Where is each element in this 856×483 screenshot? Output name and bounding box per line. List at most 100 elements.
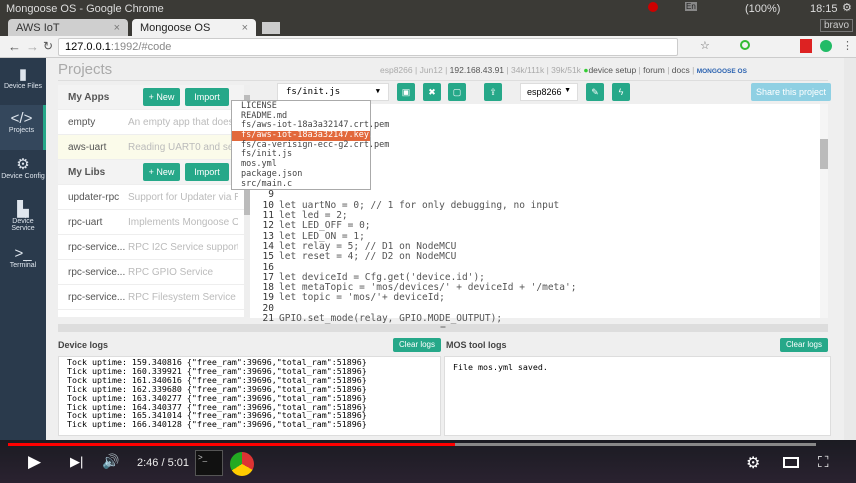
list-item[interactable]: updater-rpc Support for Updater via RPC [58, 185, 244, 210]
sidebar-item-projects[interactable]: </> Projects [0, 105, 46, 150]
battery-status[interactable]: (100%) [745, 3, 780, 15]
video-progress-bar[interactable] [8, 443, 816, 446]
divider [58, 80, 828, 81]
docs-link[interactable]: docs [672, 65, 690, 75]
profile-name[interactable]: bravo [820, 19, 854, 32]
lib-desc: RPC I2C Service support [128, 242, 238, 253]
flash-usage: 34k/111k [510, 65, 545, 75]
star-icon[interactable]: ☆ [700, 39, 710, 52]
chevron-down-icon: ▼ [564, 87, 571, 94]
build-button[interactable]: ✎ [586, 83, 604, 101]
sidebar-item-terminal[interactable]: >_ Terminal [0, 240, 46, 285]
list-item[interactable]: rpc-service... RPC I2C Service support [58, 235, 244, 260]
line-number: 21 [262, 313, 274, 324]
board-select-value: esp8266 [527, 87, 562, 97]
clear-tool-logs-button[interactable]: Clear logs [780, 338, 828, 352]
language-indicator[interactable]: En [685, 2, 697, 11]
file-menu-item[interactable]: src/main.c [232, 179, 370, 190]
file-select[interactable]: fs/init.js ▼ [277, 83, 389, 101]
section-title: My Apps [68, 92, 110, 103]
list-item[interactable]: aws-uart Reading UART0 and sendi... [58, 135, 244, 160]
share-project-button[interactable]: Share this project [751, 83, 831, 101]
new-file-button[interactable]: ▢ [448, 83, 466, 101]
terminal-icon[interactable]: >_ [195, 450, 223, 476]
tab-aws-iot[interactable]: AWS IoT × [8, 19, 128, 36]
board-select[interactable]: esp8266 ▼ [520, 83, 578, 101]
sidebar-item-device-config[interactable]: ⚙ Device Config [0, 150, 46, 195]
terminal-icon: >_ [14, 245, 32, 262]
extension-icon[interactable] [800, 39, 812, 53]
theater-mode-icon[interactable] [783, 457, 799, 468]
device-setup-link[interactable]: device setup [588, 65, 636, 75]
play-icon[interactable]: ▶ [28, 452, 41, 472]
reload-icon[interactable]: ↻ [43, 39, 53, 53]
video-player-controls: ▶ ▶| 🔊 2:46 / 5:01 >_ ⚙ ⛶ [0, 440, 856, 483]
chrome-icon[interactable] [230, 452, 254, 476]
mongoose-logo[interactable]: MONGOOSE OS [697, 68, 747, 75]
address-bar: ← → ↻ 127.0.0.1:1992/#code ☆ ⋮ [0, 36, 856, 58]
extension-icon[interactable] [820, 40, 832, 52]
new-app-button[interactable]: + New [143, 88, 180, 106]
tool-logs-panel[interactable]: File mos.yml saved. [444, 356, 831, 436]
project-desc: Reading UART0 and sendi... [128, 142, 238, 153]
page-title: Projects [58, 61, 113, 78]
sidebar-item-device-files[interactable]: ▮ Device Files [0, 60, 46, 105]
window-title: Mongoose OS - Google Chrome [6, 3, 164, 15]
device-type: esp8266 [380, 65, 413, 75]
extension-icon[interactable] [740, 40, 750, 50]
new-tab-button[interactable] [262, 22, 280, 34]
lib-desc: Support for Updater via RPC [128, 192, 238, 203]
tab-mongoose-os[interactable]: Mongoose OS × [132, 19, 256, 36]
resize-handle[interactable]: ═ [58, 324, 828, 332]
close-file-button[interactable]: ✖ [423, 83, 441, 101]
code-line: GPIO.set_mode(relay, GPIO.MODE_OUTPUT); [279, 313, 503, 324]
flash-button[interactable]: ϟ [612, 83, 630, 101]
lib-name: updater-rpc [68, 192, 120, 203]
forum-link[interactable]: forum [643, 65, 665, 75]
tab-label: Mongoose OS [140, 22, 211, 34]
gear-icon[interactable]: ⚙ [842, 1, 852, 14]
device-logs-panel[interactable]: Tock uptime: 159.340816 {"free_ram":3969… [58, 356, 441, 436]
lib-name: rpc-service... [68, 242, 126, 253]
lib-name: rpc-service... [68, 292, 126, 303]
import-lib-button[interactable]: Import [185, 163, 229, 181]
fullscreen-icon[interactable]: ⛶ [818, 454, 829, 471]
menu-icon[interactable]: ⋮ [842, 39, 853, 52]
sidebar-item-device-service[interactable]: ▙ Device Service [0, 195, 46, 240]
list-item[interactable]: empty An empty app that does no... [58, 110, 244, 135]
progress-fill [8, 443, 455, 446]
save-button[interactable]: ▣ [397, 83, 415, 101]
import-app-button[interactable]: Import [185, 88, 229, 106]
ram-usage: 39k/51k [551, 65, 581, 75]
settings-icon[interactable]: ⚙ [746, 453, 760, 473]
back-icon[interactable]: ← [8, 39, 21, 54]
list-item[interactable]: rpc-uart Implements Mongoose OS... [58, 210, 244, 235]
list-item[interactable]: rpc-service... RPC GPIO Service [58, 260, 244, 285]
volume-icon[interactable]: 🔊 [102, 453, 119, 470]
tool-logs-title: MOS tool logs [446, 340, 507, 350]
next-icon[interactable]: ▶| [70, 454, 83, 470]
lib-desc: Implements Mongoose OS... [128, 217, 238, 228]
forward-icon[interactable]: → [26, 39, 39, 54]
close-icon[interactable]: × [242, 22, 248, 34]
build-date: Jun12 [419, 65, 443, 75]
file-dropdown-menu[interactable]: LICENSE README.md fs/aws-iot-18a3a32147.cr… [231, 100, 389, 190]
close-icon[interactable]: × [114, 22, 120, 34]
lib-desc: RPC Filesystem Service su... [128, 292, 238, 303]
clock[interactable]: 18:15 [810, 3, 838, 15]
clear-device-logs-button[interactable]: Clear logs [393, 338, 441, 352]
url-input[interactable]: 127.0.0.1:1992/#code [58, 38, 678, 56]
sidebar-label: Device Service [11, 218, 35, 232]
list-item[interactable]: rpc-service...RPC Filesystem Service su.… [58, 285, 244, 310]
lib-desc: RPC GPIO Service [128, 267, 214, 278]
project-name: empty [68, 117, 96, 128]
chip-icon: ▮ [18, 66, 28, 83]
sidebar-label: Device Files [3, 83, 43, 90]
log-line: File mos.yml saved. [453, 362, 548, 372]
code-line: let topic = 'mos/'+ deviceId; [279, 292, 445, 304]
new-lib-button[interactable]: + New [143, 163, 180, 181]
file-select-value: fs/init.js [286, 87, 341, 97]
projects-list: My Apps + New Import empty An empty app t… [58, 85, 250, 317]
upload-button[interactable]: ⇪ [484, 83, 502, 101]
editor-scrollbar[interactable] [820, 104, 828, 318]
